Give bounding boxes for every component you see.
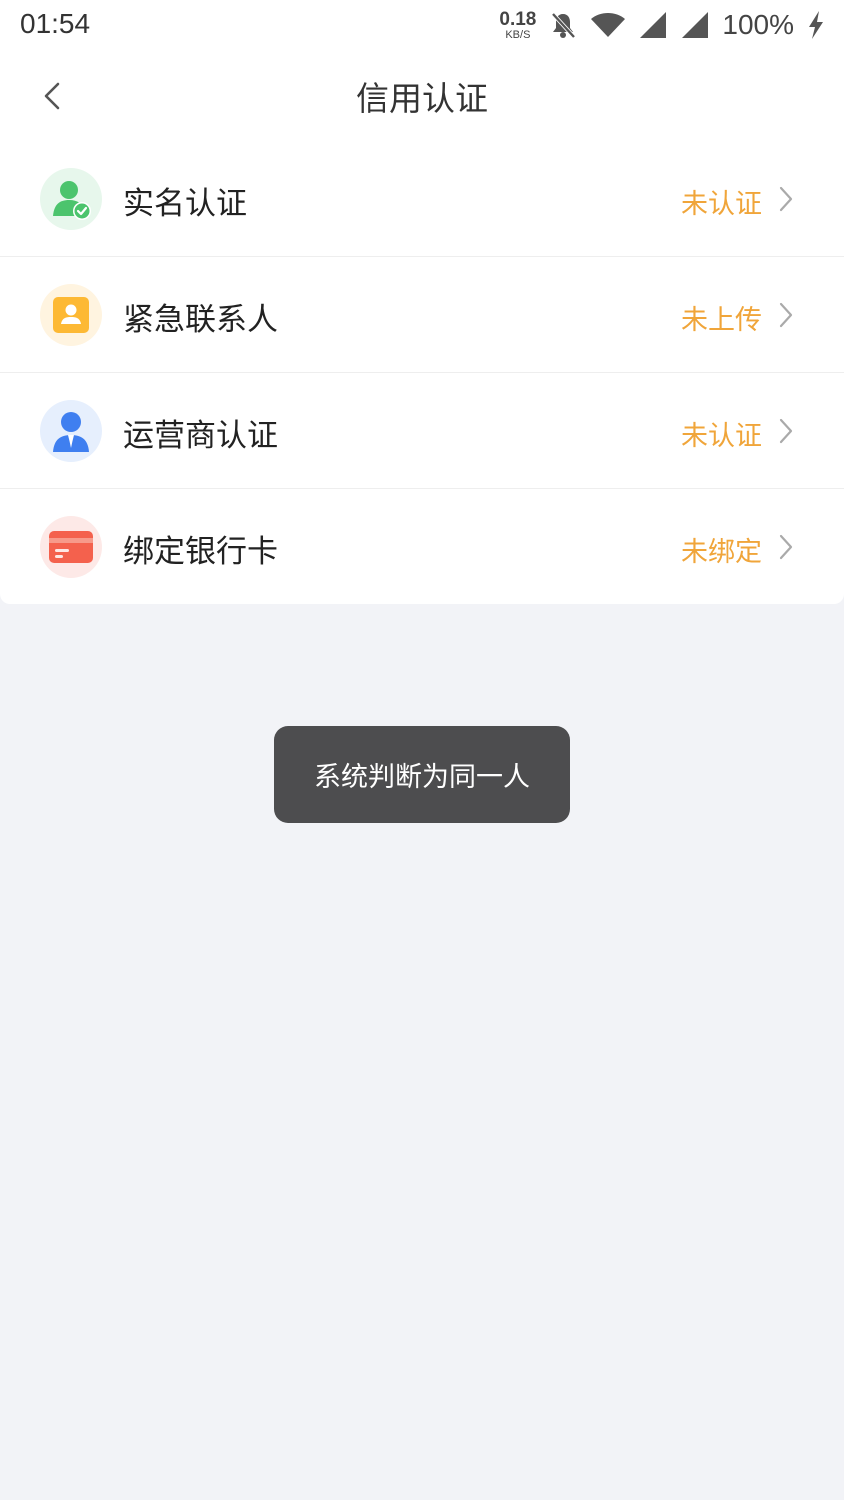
bank-card-icon [49, 531, 93, 563]
row-status: 未绑定 [681, 537, 762, 568]
net-speed-unit: KB/S [505, 28, 531, 41]
chevron-right-icon [779, 534, 793, 560]
row-bind-bank-card[interactable]: 绑定银行卡 未绑定 [0, 489, 844, 604]
row-icon-container [40, 400, 102, 462]
user-verified-icon [53, 181, 91, 220]
signal-icon [640, 12, 667, 38]
page-title: 信用认证 [356, 79, 488, 118]
status-icons: 0.18 KB/S 100% [499, 6, 826, 44]
net-speed-value: 0.18 [499, 8, 537, 30]
status-time: 01:54 [20, 8, 91, 39]
battery-level: 100% [722, 9, 794, 40]
verification-list: 实名认证 未认证 紧急联系人 未上传 运营商认证 未认证 绑定银行卡 未绑定 [0, 141, 844, 604]
row-label: 紧急联系人 [123, 302, 278, 338]
charging-icon [809, 11, 823, 39]
chevron-right-icon [779, 302, 793, 328]
row-icon-container [40, 284, 102, 346]
wifi-icon [591, 13, 626, 37]
row-status: 未认证 [681, 189, 762, 220]
chevron-right-icon [779, 186, 793, 212]
row-label: 实名认证 [123, 186, 247, 222]
toast-message: 系统判断为同一人 [274, 726, 570, 823]
bell-muted-icon [551, 12, 576, 39]
row-status: 未上传 [681, 305, 762, 336]
contact-card-icon [53, 297, 89, 333]
row-label: 运营商认证 [123, 418, 278, 454]
row-icon-container [40, 516, 102, 578]
row-emergency-contact[interactable]: 紧急联系人 未上传 [0, 257, 844, 373]
row-status: 未认证 [681, 421, 762, 452]
net-speed: 0.18 KB/S [499, 10, 536, 41]
row-real-name[interactable]: 实名认证 未认证 [0, 141, 844, 257]
row-icon-container [40, 168, 102, 230]
status-bar: 01:54 0.18 KB/S 100% [0, 0, 844, 50]
row-operator-verification[interactable]: 运营商认证 未认证 [0, 373, 844, 489]
operator-person-icon [53, 412, 89, 452]
signal-icon [682, 12, 709, 38]
row-label: 绑定银行卡 [123, 534, 278, 570]
nav-header: 信用认证 [0, 50, 844, 142]
chevron-right-icon [779, 418, 793, 444]
